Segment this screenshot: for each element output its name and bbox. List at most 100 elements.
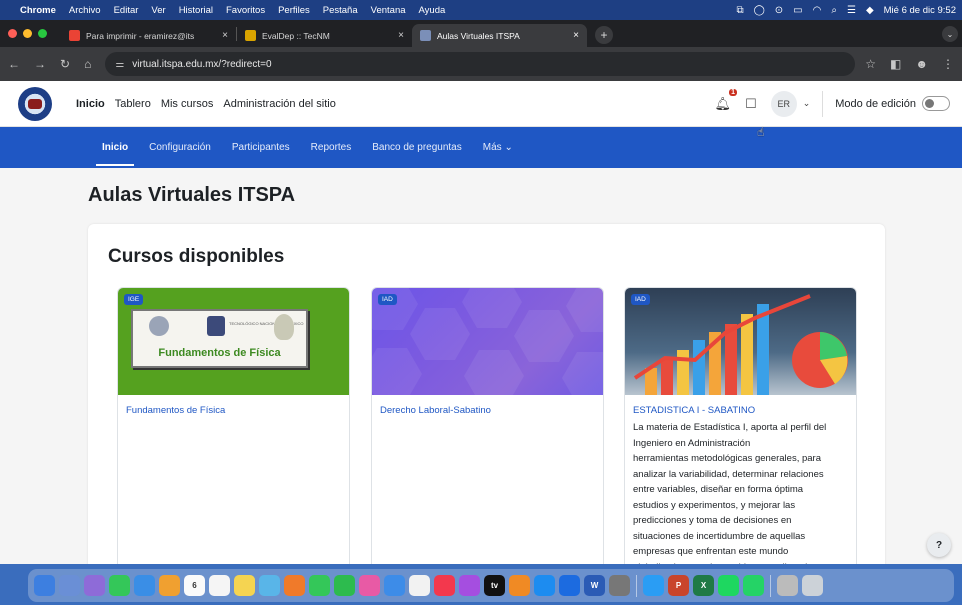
app-store-icon[interactable] [534,575,555,596]
downloads-stack-icon[interactable] [777,575,798,596]
close-icon[interactable]: × [398,30,404,41]
teamviewer-icon[interactable] [559,575,580,596]
keynote-icon[interactable] [384,575,405,596]
menubar-clock[interactable]: Mié 6 de dic 9:52 [884,5,956,16]
home-icon[interactable]: ⌂ [84,57,91,71]
menu-pestana[interactable]: Pestaña [323,5,358,16]
tab-mas[interactable]: Más ⌄ [483,127,513,168]
tab-gmail[interactable]: Para imprimir - eramirez@its × [61,24,236,47]
messages-app-icon[interactable] [309,575,330,596]
calendar-icon[interactable]: 6 [184,575,205,596]
menu-ventana[interactable]: Ventana [371,5,406,16]
close-icon[interactable]: × [222,30,228,41]
menu-perfiles[interactable]: Perfiles [278,5,310,16]
zoom-window-button[interactable] [38,29,47,38]
kebab-menu-icon[interactable]: ⋮ [942,57,954,71]
back-icon[interactable]: ← [8,57,20,71]
contacts-icon[interactable] [159,575,180,596]
tab-reportes[interactable]: Reportes [311,127,352,168]
menu-ver[interactable]: Ver [151,5,165,16]
close-icon[interactable]: × [573,30,579,41]
reload-icon[interactable]: ↻ [60,57,70,71]
focus-icon[interactable]: ◯ [754,5,765,16]
course-card[interactable]: IAD Derecho Laboral-Sabatino [371,287,604,577]
system-settings-icon[interactable] [609,575,630,596]
reminders-icon[interactable] [209,575,230,596]
tab-banco-preguntas[interactable]: Banco de preguntas [372,127,462,168]
word-icon[interactable]: W [584,575,605,596]
podcasts-icon[interactable] [459,575,480,596]
course-image[interactable]: IAD [372,288,603,404]
menu-app-name[interactable]: Chrome [20,5,56,16]
course-image[interactable]: IGE TECNOLÓGICO NACIONAL DE MÉXICO Funda… [118,288,349,395]
books-icon[interactable] [509,575,530,596]
apps-grid-icon[interactable] [84,575,105,596]
safari-icon[interactable] [643,575,664,596]
music-icon[interactable] [434,575,455,596]
nav-tablero[interactable]: Tablero [115,98,151,110]
edit-mode-toggle[interactable] [922,96,950,111]
macos-dock: 6 tv W P X [28,569,954,602]
messages-icon[interactable]: ☐ [745,96,757,112]
numbers-icon[interactable] [334,575,355,596]
user-avatar[interactable]: ER [770,90,797,117]
minimize-window-button[interactable] [23,29,32,38]
chrome-icon[interactable] [409,575,430,596]
mail-icon[interactable] [134,575,155,596]
siri-icon[interactable]: ◆ [866,5,874,16]
course-card[interactable]: IGE TECNOLÓGICO NACIONAL DE MÉXICO Funda… [117,287,350,577]
course-name-link[interactable]: ESTADISTICA I - SABATINO [633,405,856,416]
menu-editar[interactable]: Editar [114,5,139,16]
nav-administracion[interactable]: Administración del sitio [223,98,336,110]
control-center-icon[interactable]: ☰ [847,5,856,16]
url-text[interactable]: virtual.itspa.edu.mx/?redirect=0 [132,59,271,70]
battery-icon[interactable]: ▭ [793,5,802,16]
forward-icon[interactable]: → [34,57,46,71]
nav-inicio[interactable]: Inicio [76,98,105,110]
help-button[interactable]: ? [927,533,951,557]
profile-icon[interactable]: ☻ [915,57,928,71]
course-name-link[interactable]: Derecho Laboral-Sabatino [380,405,603,416]
close-window-button[interactable] [8,29,17,38]
pages-icon[interactable] [284,575,305,596]
chevron-down-icon[interactable]: ⌄ [803,98,811,109]
screen-share-icon[interactable]: ⧉ [736,5,743,16]
powerpoint-icon[interactable]: P [668,575,689,596]
menu-favoritos[interactable]: Favoritos [226,5,265,16]
tab-inicio[interactable]: Inicio [95,127,135,168]
menu-historial[interactable]: Historial [179,5,213,16]
address-bar[interactable]: ⚌ virtual.itspa.edu.mx/?redirect=0 [105,52,856,76]
side-panel-icon[interactable]: ◧ [890,57,901,71]
launchpad-icon[interactable] [59,575,80,596]
apple-tv-icon[interactable]: tv [484,575,505,596]
course-card[interactable]: IAD ESTADISTICA I - SABATINO La materia … [624,287,857,577]
notifications-bell-icon[interactable]: 🔔︎ 1 [715,88,738,112]
tab-aulas-virtuales[interactable]: Aulas Virtuales ITSPA × [412,24,587,47]
tab-evaldep[interactable]: EvalDep :: TecNM × [237,24,412,47]
tab-participantes[interactable]: Participantes [232,127,290,168]
tab-search-icon[interactable]: ⌄ [942,26,958,42]
bookmark-star-icon[interactable]: ☆ [865,57,876,71]
whatsapp-icon[interactable] [743,575,764,596]
facetime-icon[interactable] [109,575,130,596]
menu-ayuda[interactable]: Ayuda [419,5,446,16]
freeform-icon[interactable] [259,575,280,596]
site-logo[interactable] [18,86,52,121]
excel-icon[interactable]: X [693,575,714,596]
course-image[interactable]: IAD [625,288,856,395]
menu-archivo[interactable]: Archivo [69,5,101,16]
finder-icon[interactable] [34,575,55,596]
record-icon[interactable]: ⊙ [775,5,783,16]
course-name-link[interactable]: Fundamentos de Física [126,405,349,416]
spotify-icon[interactable] [718,575,739,596]
nav-mis-cursos[interactable]: Mis cursos [161,98,214,110]
tab-configuracion[interactable]: Configuración [149,127,211,168]
new-tab-button[interactable]: + [595,26,613,44]
dock-separator [636,574,637,597]
wifi-icon[interactable]: ◠ [813,5,822,16]
photos-icon[interactable] [359,575,380,596]
spotlight-icon[interactable]: ⌕ [831,5,837,16]
site-info-icon[interactable]: ⚌ [115,59,124,70]
notes-icon[interactable] [234,575,255,596]
trash-icon[interactable] [802,575,823,596]
